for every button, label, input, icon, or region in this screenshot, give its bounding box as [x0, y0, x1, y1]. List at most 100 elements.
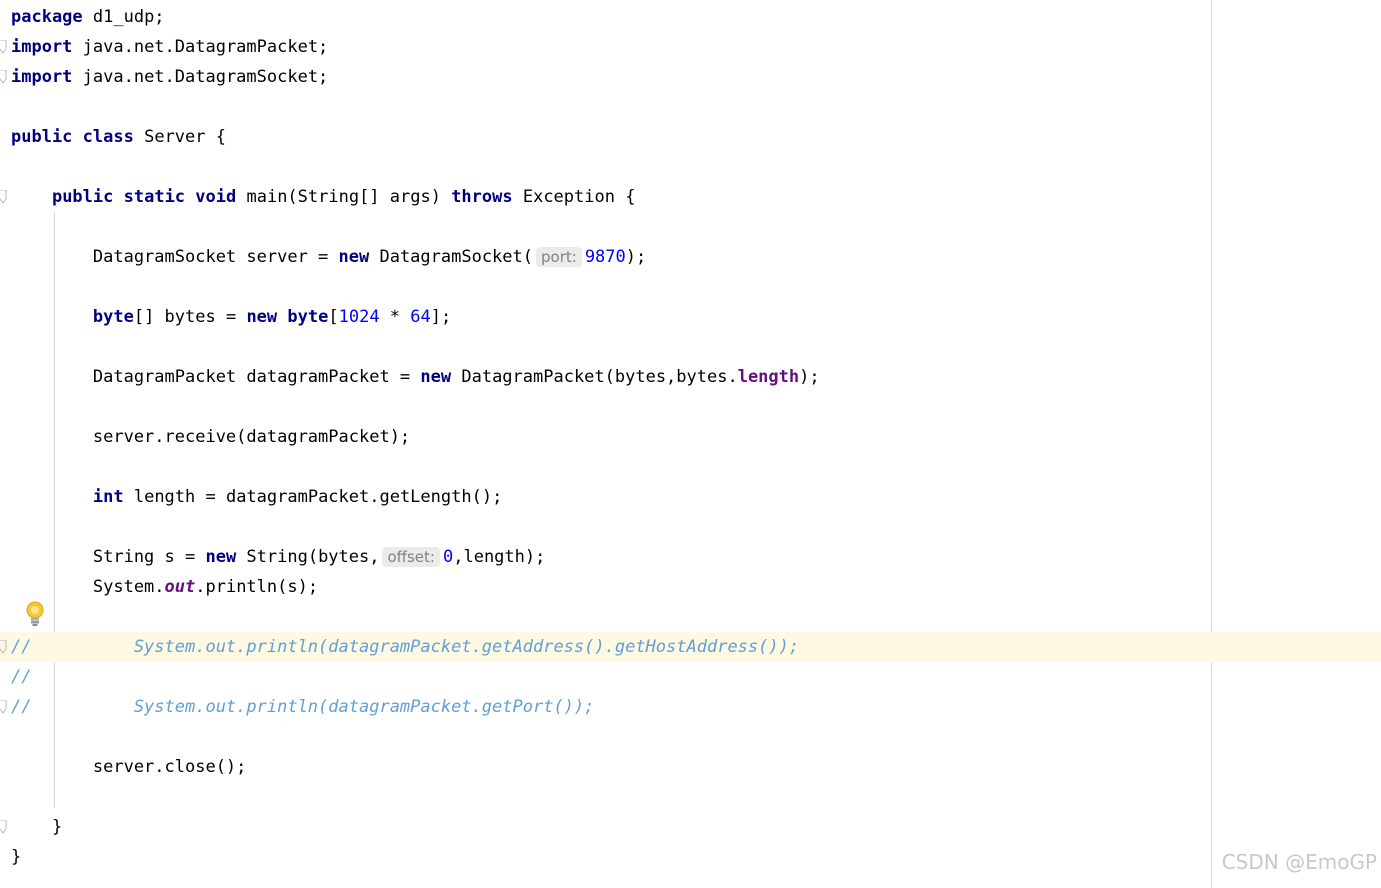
code-token: 9870 — [584, 247, 626, 267]
code-token: DatagramPacket(bytes,bytes. — [451, 367, 738, 387]
code-line[interactable]: import java.net.DatagramSocket; — [0, 62, 1381, 92]
code-token: import — [11, 67, 73, 87]
fold-marker-icon[interactable] — [0, 700, 8, 714]
code-token: out — [164, 577, 196, 597]
code-token: DatagramPacket datagramPacket = — [11, 367, 421, 387]
code-text: // — [11, 662, 31, 692]
fold-marker-icon[interactable] — [0, 190, 8, 204]
code-line[interactable] — [0, 392, 1381, 422]
code-text: DatagramSocket server = new DatagramSock… — [11, 242, 646, 272]
parameter-hint: offset: — [382, 547, 440, 567]
code-token: 64 — [410, 307, 431, 327]
code-text: import java.net.DatagramPacket; — [11, 32, 328, 62]
code-token: * — [379, 307, 411, 327]
code-line[interactable]: DatagramSocket server = new DatagramSock… — [0, 242, 1381, 272]
code-token: ]; — [430, 307, 452, 327]
code-token: } — [11, 847, 22, 867]
code-line[interactable] — [0, 512, 1381, 542]
code-token: } — [11, 817, 63, 837]
code-text: // System.out.println(datagramPacket.get… — [11, 632, 799, 662]
code-line[interactable]: DatagramPacket datagramPacket = new Data… — [0, 362, 1381, 392]
code-line[interactable]: public static void main(String[] args) t… — [0, 182, 1381, 212]
code-token: [] bytes = — [133, 307, 247, 327]
code-line[interactable]: byte[] bytes = new byte[1024 * 64]; — [0, 302, 1381, 332]
code-token: 1024 — [338, 307, 380, 327]
code-line[interactable]: System.out.println(s); — [0, 572, 1381, 602]
code-line[interactable]: server.close(); — [0, 752, 1381, 782]
fold-marker-icon[interactable] — [0, 70, 8, 84]
watermark: CSDN @EmoGP — [1221, 850, 1377, 874]
code-text: } — [11, 842, 21, 872]
code-line[interactable]: String s = new String(bytes, offset: 0,len… — [0, 542, 1381, 572]
code-line[interactable] — [0, 722, 1381, 752]
code-token: ); — [799, 367, 820, 387]
code-token: throws — [451, 187, 513, 207]
code-token: // — [11, 667, 32, 687]
code-line[interactable]: package d1_udp; — [0, 2, 1381, 32]
code-line[interactable]: // System.out.println(datagramPacket.get… — [0, 692, 1381, 722]
code-line[interactable]: // — [0, 662, 1381, 692]
code-line[interactable] — [0, 152, 1381, 182]
code-token: 0 — [442, 547, 454, 567]
code-text: server.receive(datagramPacket); — [11, 422, 410, 452]
code-token: java.net.DatagramPacket; — [72, 37, 329, 57]
code-line[interactable]: import java.net.DatagramPacket; — [0, 32, 1381, 62]
code-token: new — [246, 307, 278, 327]
code-token: d1_udp; — [82, 7, 165, 27]
code-token: String s = — [11, 547, 206, 567]
code-line[interactable] — [0, 782, 1381, 812]
code-text: server.close(); — [11, 752, 247, 782]
code-line[interactable] — [0, 602, 1381, 632]
code-token: package — [11, 7, 83, 27]
code-token: import — [11, 37, 73, 57]
code-text: // System.out.println(datagramPacket.get… — [11, 692, 594, 722]
lightbulb-icon[interactable] — [24, 600, 46, 628]
code-line[interactable] — [0, 332, 1381, 362]
fold-marker-icon[interactable] — [0, 40, 8, 54]
code-token: [ — [328, 307, 339, 327]
code-token: void — [195, 187, 237, 207]
code-line[interactable] — [0, 272, 1381, 302]
code-line[interactable]: int length = datagramPacket.getLength(); — [0, 482, 1381, 512]
code-token: public — [11, 127, 73, 147]
fold-marker-icon[interactable] — [0, 820, 8, 834]
code-text: public static void main(String[] args) t… — [11, 182, 635, 212]
code-token: .println(s); — [195, 577, 319, 597]
code-line[interactable]: } — [0, 842, 1381, 872]
code-text: int length = datagramPacket.getLength(); — [11, 482, 502, 512]
code-token: public — [51, 187, 114, 207]
code-token: // System.out.println(datagramPacket.get… — [11, 637, 800, 657]
code-text: DatagramPacket datagramPacket = new Data… — [11, 362, 820, 392]
code-token: java.net.DatagramSocket; — [72, 67, 329, 87]
code-text: String s = new String(bytes, offset: 0,len… — [11, 542, 545, 572]
code-token: server.close(); — [11, 757, 247, 777]
code-line[interactable]: // System.out.println(datagramPacket.get… — [0, 632, 1381, 662]
code-line[interactable]: } — [0, 812, 1381, 842]
code-token: class — [82, 127, 134, 147]
fold-marker-icon[interactable] — [0, 640, 8, 654]
code-line[interactable] — [0, 92, 1381, 122]
parameter-hint: port: — [536, 247, 582, 267]
code-token: System. — [11, 577, 165, 597]
code-line[interactable]: server.receive(datagramPacket); — [0, 422, 1381, 452]
code-token: ); — [625, 247, 647, 267]
code-line[interactable]: public class Server { — [0, 122, 1381, 152]
code-token: String(bytes, — [236, 547, 380, 567]
code-token: Server { — [133, 127, 226, 147]
code-line[interactable] — [0, 212, 1381, 242]
code-text: System.out.println(s); — [11, 572, 318, 602]
code-text: import java.net.DatagramSocket; — [11, 62, 328, 92]
code-token: length = datagramPacket.getLength(); — [123, 487, 503, 507]
code-token: ,length); — [453, 547, 546, 567]
code-line[interactable] — [0, 452, 1381, 482]
code-token: new — [338, 247, 370, 267]
code-editor[interactable]: package d1_udp; import java.net.DatagramP… — [0, 0, 1381, 888]
code-token: length — [737, 367, 800, 387]
code-token: main(String[] args) — [236, 187, 452, 207]
code-token: static — [123, 187, 186, 207]
